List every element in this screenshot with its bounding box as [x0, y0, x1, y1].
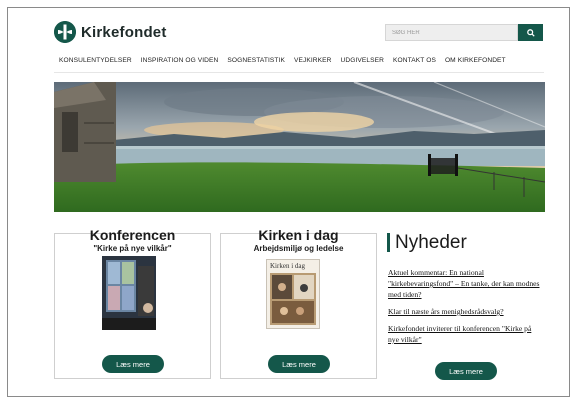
search-button[interactable] — [518, 24, 543, 41]
nav-item-inspiration[interactable]: INSPIRATION OG VIDEN — [141, 57, 219, 64]
nav-item-konsulentydelser[interactable]: KONSULENTYDELSER — [59, 57, 132, 64]
news-link[interactable]: Kirkefondet inviterer til konferencen "K… — [388, 323, 540, 345]
search-icon — [526, 28, 535, 37]
book-title: Kirken i dag — [270, 262, 305, 270]
church-window-image — [102, 256, 156, 330]
news-read-more-button[interactable]: Læs mere — [435, 362, 497, 380]
search-input[interactable] — [385, 24, 518, 41]
nav-divider — [54, 72, 544, 73]
card-title: Konferencen — [89, 227, 176, 243]
news-link[interactable]: Aktuel kommentar: En national "kirkebeva… — [388, 267, 540, 300]
read-more-button[interactable]: Læs mere — [268, 355, 330, 373]
card-title: Kirken i dag — [258, 227, 339, 243]
kirkefondet-logo-icon — [54, 21, 76, 43]
card-subtitle: "Kirke på nye vilkår" — [93, 244, 172, 253]
logo[interactable]: Kirkefondet — [54, 20, 167, 44]
nav-item-om[interactable]: OM KIRKEFONDET — [445, 57, 506, 64]
nav-item-sognestatistik[interactable]: SOGNESTATISTIK — [227, 57, 285, 64]
nav-item-kontakt[interactable]: KONTAKT OS — [393, 57, 436, 64]
search-bar — [385, 24, 543, 41]
book-cover: Kirken i dag — [266, 259, 320, 329]
news-title: Nyheder — [387, 233, 467, 252]
church-wall — [54, 82, 116, 182]
read-more-button[interactable]: Læs mere — [102, 355, 164, 373]
card-subtitle: Arbejdsmiljø og ledelse — [253, 244, 344, 253]
book-cover-photo — [270, 273, 316, 325]
logo-text: Kirkefondet — [81, 23, 167, 41]
news-link[interactable]: Klar til næste års menighedsrådsvalg? — [388, 306, 540, 317]
main-nav: KONSULENTYDELSER INSPIRATION OG VIDEN SO… — [59, 57, 506, 64]
nav-item-vejkirker[interactable]: VEJKIRKER — [294, 57, 332, 64]
card-kirken-i-dag: Kirken i dag Arbejdsmiljø og ledelse Kir… — [220, 227, 377, 379]
news-list: Aktuel kommentar: En national "kirkebeva… — [388, 267, 540, 351]
nav-item-udgivelser[interactable]: UDGIVELSER — [341, 57, 385, 64]
hero-image — [54, 82, 545, 212]
card-konferencen: Konferencen "Kirke på nye vilkår" Læs me… — [54, 227, 211, 379]
